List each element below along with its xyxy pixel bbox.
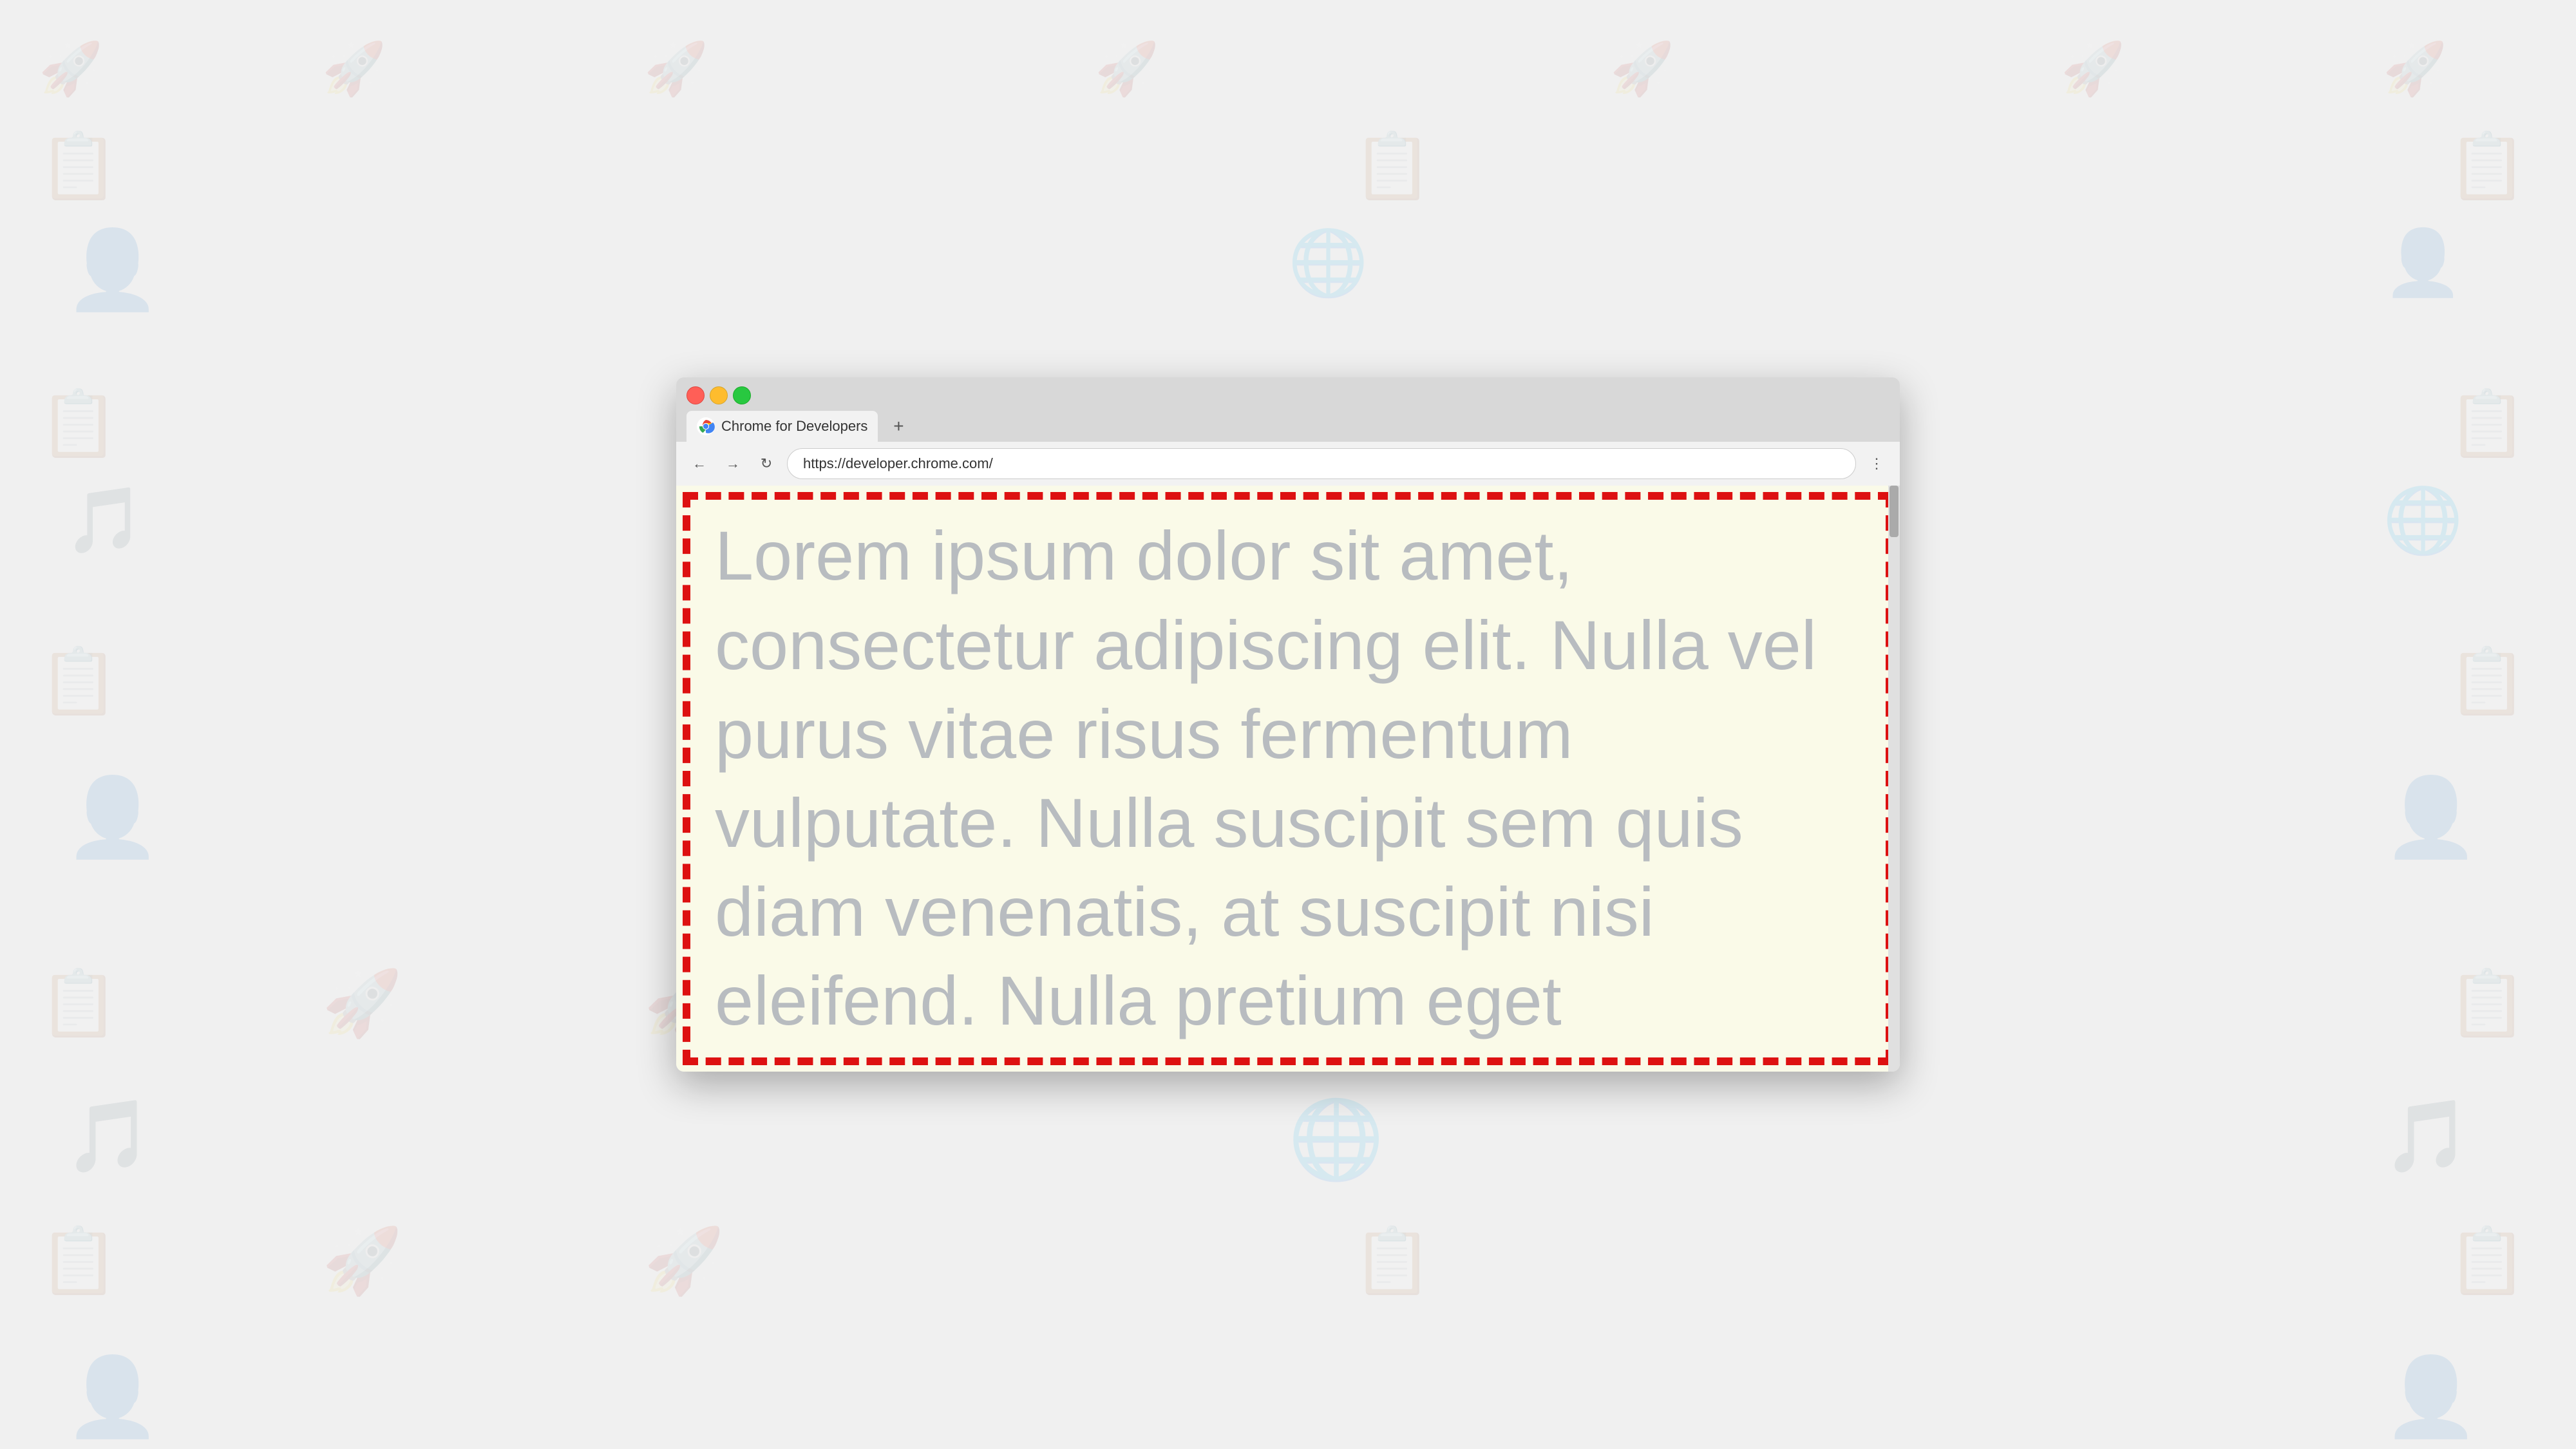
deco-globe-icon3: 🌐	[1288, 1095, 1384, 1185]
minimize-button[interactable]	[710, 386, 728, 404]
deco-icon: 🚀	[322, 39, 386, 99]
url-text: https://developer.chrome.com/	[803, 455, 993, 472]
deco-icon: 🚀	[2383, 39, 2447, 99]
refresh-button[interactable]: ↻	[753, 451, 779, 477]
deco-icon: 🚀	[644, 39, 708, 99]
deco-html-icon: 📋	[2447, 129, 2528, 204]
deco-globe-icon2: 🌐	[2383, 483, 2463, 558]
deco-html-icon4c: 📋	[2447, 966, 2528, 1041]
deco-rocket-icon4: 🚀	[322, 1224, 402, 1299]
menu-icon: ⋮	[1870, 455, 1884, 472]
back-button[interactable]: ←	[687, 451, 712, 477]
deco-html-icon3: 📋	[2447, 644, 2528, 719]
deco-person-icon5: 👤	[64, 1352, 160, 1443]
deco-html-icon3: 📋	[39, 644, 119, 719]
deco-html-icon: 📋	[39, 129, 119, 204]
deco-html-icon5b: 📋	[1352, 1224, 1433, 1299]
deco-music-icon: 🎵	[64, 483, 145, 558]
tab-title: Chrome for Developers	[721, 418, 867, 435]
maximize-button[interactable]	[733, 386, 751, 404]
deco-person-icon: 👤	[2383, 225, 2463, 301]
deco-icon: 🚀	[1095, 39, 1159, 99]
window-controls	[687, 386, 1889, 404]
scrollbar[interactable]	[1888, 486, 1900, 1071]
title-bar: Chrome for Developers +	[676, 377, 1900, 442]
deco-html-icon5c: 📋	[2447, 1224, 2528, 1299]
deco-globe-icon: 🌐	[1288, 225, 1368, 301]
close-button[interactable]	[687, 386, 705, 404]
deco-icon: 🚀	[1610, 39, 1674, 99]
deco-icon: 🚀	[39, 39, 103, 99]
tabs-row: Chrome for Developers +	[687, 411, 1889, 442]
webpage-content: Lorem ipsum dolor sit amet, consectetur …	[676, 486, 1900, 1071]
deco-html-icon: 📋	[1352, 129, 1433, 204]
nav-bar: ← → ↻ https://developer.chrome.com/ ⋮	[676, 442, 1900, 486]
scrollbar-thumb[interactable]	[1889, 486, 1899, 537]
deco-html-icon5: 📋	[39, 1224, 119, 1299]
deco-rocket-icon5: 🚀	[644, 1224, 724, 1299]
deco-music-icon2: 🎵	[64, 1095, 153, 1178]
forward-icon: →	[726, 455, 740, 472]
deco-person-icon4: 👤	[2383, 773, 2479, 863]
forward-button[interactable]: →	[720, 451, 746, 477]
chrome-favicon	[697, 417, 715, 435]
deco-html-icon2: 📋	[2447, 386, 2528, 462]
deco-html-icon4: 📋	[39, 966, 119, 1041]
deco-icon: 🚀	[2061, 39, 2125, 99]
deco-html-icon2: 📋	[39, 386, 119, 462]
browser-menu-button[interactable]: ⋮	[1864, 451, 1889, 477]
deco-person-icon3: 👤	[64, 773, 160, 863]
back-icon: ←	[692, 455, 706, 472]
deco-music-icon3: 🎵	[2383, 1095, 2471, 1178]
refresh-icon: ↻	[761, 455, 772, 472]
deco-person-icon6: 👤	[2383, 1352, 2479, 1443]
deco-rocket-icon2: 🚀	[322, 966, 402, 1041]
browser-window: Chrome for Developers + ← → ↻ https://de…	[676, 377, 1900, 1071]
lorem-text: Lorem ipsum dolor sit amet, consectetur …	[676, 486, 1900, 1071]
new-tab-button[interactable]: +	[886, 413, 911, 439]
deco-person-icon: 👤	[64, 225, 160, 316]
address-bar[interactable]: https://developer.chrome.com/	[787, 448, 1856, 479]
tab-chrome-developers[interactable]: Chrome for Developers	[687, 411, 878, 442]
